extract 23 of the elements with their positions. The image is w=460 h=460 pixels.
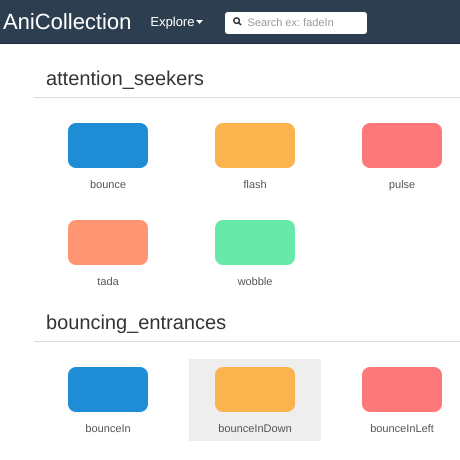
animation-card[interactable]: tada — [42, 212, 174, 294]
animation-card[interactable]: bounce — [42, 115, 174, 197]
animation-card[interactable]: bounceIn — [42, 359, 174, 441]
caret-icon — [196, 20, 204, 24]
section-heading: bouncing_entrances — [46, 311, 226, 336]
animation-card[interactable]: flash — [189, 115, 321, 197]
animation-label: bounce — [90, 178, 126, 193]
search-field[interactable]: Search ex: fadeIn — [225, 12, 368, 34]
explore-menu[interactable]: Explore — [150, 12, 204, 32]
brand-logo[interactable]: AniCollection — [3, 5, 132, 38]
search-icon — [233, 16, 242, 26]
animation-card[interactable]: bounceInLeft — [336, 359, 460, 441]
animation-label: wobble — [238, 275, 272, 290]
animation-label: tada — [97, 275, 119, 290]
animation-label: bounceInLeft — [370, 422, 434, 437]
animation-label: pulse — [388, 178, 416, 193]
animation-card[interactable]: bounceInDown — [189, 359, 321, 441]
animation-label: flash — [243, 178, 267, 193]
section-heading: attention_seekers — [46, 67, 204, 92]
animation-label: bounceIn — [85, 422, 131, 437]
animation-card[interactable]: wobble — [189, 212, 321, 294]
animation-card[interactable]: pulse — [336, 115, 460, 197]
animation-label: bounceInDown — [218, 422, 292, 437]
